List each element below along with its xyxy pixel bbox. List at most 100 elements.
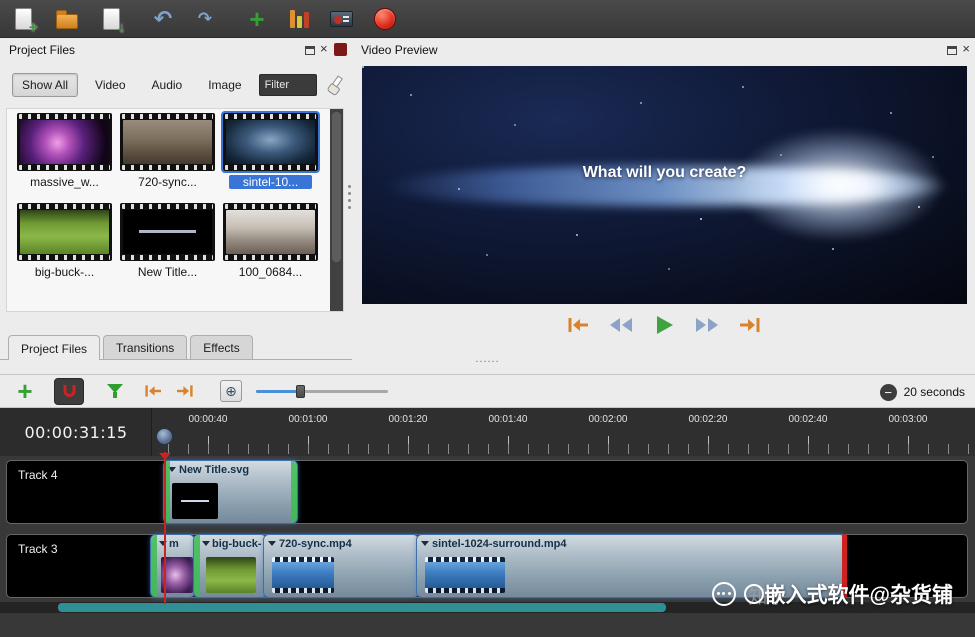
close-panel-icon[interactable]: ×: [962, 42, 970, 55]
undo-icon: ↶: [153, 5, 173, 31]
magnet-icon: [63, 385, 75, 397]
track-name: Track 4: [18, 468, 58, 482]
undo-button[interactable]: ↶: [148, 4, 178, 34]
main-toolbar: + ↓ ↶ ↷ +: [0, 0, 975, 38]
clip-720-sync[interactable]: 720-sync.mp4: [263, 534, 419, 598]
file-item-big-buck[interactable]: big-buck-...: [15, 203, 114, 279]
file-label: 720-sync...: [138, 175, 197, 189]
choose-profile-button[interactable]: [284, 4, 314, 34]
ruler-mark: 00:01:20: [388, 414, 428, 425]
clip-new-title[interactable]: New Title.svg: [163, 460, 298, 524]
float-panel-icon[interactable]: [305, 46, 315, 55]
project-files-panel-title: Project Files: [9, 43, 76, 57]
clip-trim-right-handle[interactable]: [291, 461, 297, 523]
redo-button[interactable]: ↷: [190, 4, 220, 34]
playhead-line: [164, 452, 166, 604]
filter-video-button[interactable]: Video: [86, 74, 134, 96]
video-preview-frame: What will you create?: [362, 66, 967, 304]
play-button[interactable]: [649, 312, 679, 338]
zoom-out-button[interactable]: −: [879, 383, 897, 401]
clip-label: big-buck-: [212, 538, 262, 550]
ruler-mark: 00:00:40: [188, 414, 228, 425]
open-folder-icon: [56, 9, 78, 29]
file-item-sintel[interactable]: sintel-10...: [221, 111, 320, 189]
save-project-button[interactable]: ↓: [96, 4, 126, 36]
import-files-button[interactable]: +: [242, 4, 272, 34]
clip-menu-icon[interactable]: [202, 541, 210, 546]
open-project-button[interactable]: [52, 4, 82, 34]
clip-massive[interactable]: m: [150, 534, 195, 598]
file-item-massive[interactable]: massive_w...: [15, 113, 114, 189]
thumbnail-scrollbar-thumb[interactable]: [332, 112, 341, 262]
previous-marker-button[interactable]: [140, 377, 166, 405]
snapping-toggle-button[interactable]: [54, 377, 84, 405]
file-thumbnail: [120, 203, 215, 261]
project-files-panel: Project Files × Show All Video Audio Ima…: [0, 38, 352, 372]
close-panel-icon[interactable]: ×: [320, 42, 328, 55]
minus-icon: −: [884, 384, 892, 400]
clip-thumbnail: [206, 557, 256, 593]
redo-icon: ↷: [197, 8, 213, 28]
zoom-slider-handle[interactable]: [296, 385, 305, 398]
clip-label: New Title.svg: [179, 464, 250, 476]
jump-to-start-button[interactable]: [563, 312, 593, 338]
rewind-button[interactable]: [606, 312, 636, 338]
fast-forward-button[interactable]: [692, 312, 722, 338]
file-label: New Title...: [137, 265, 198, 279]
export-video-icon: [374, 7, 396, 30]
clip-menu-icon[interactable]: [268, 541, 276, 546]
file-thumbnail: [223, 203, 318, 261]
thumbnail-scrollbar[interactable]: [330, 109, 343, 311]
panel-splitter-handle[interactable]: [347, 185, 352, 209]
fast-forward-icon: [695, 318, 718, 332]
watermark: 知乎 嵌入式软件@杂货铺: [711, 572, 953, 616]
zoom-slider[interactable]: [256, 383, 388, 399]
title-editor-button[interactable]: [326, 4, 356, 34]
file-label: sintel-10...: [229, 175, 312, 189]
current-time: 00:00:31:15: [24, 423, 128, 442]
ruler-mark: 00:03:00: [888, 414, 928, 425]
filter-image-button[interactable]: Image: [199, 74, 250, 96]
clip-trim-left-handle[interactable]: [194, 535, 200, 597]
previous-marker-icon: [145, 385, 161, 397]
add-track-button[interactable]: +: [12, 377, 38, 405]
clip-label: sintel-1024-surround.mp4: [432, 538, 567, 550]
next-marker-button[interactable]: [172, 377, 198, 405]
file-thumbnail: [221, 111, 320, 173]
import-files-icon: +: [249, 3, 265, 34]
clear-filter-brush-icon[interactable]: [325, 75, 345, 95]
file-item-new-title[interactable]: New Title...: [118, 203, 217, 279]
track-4: Track 4: [6, 460, 968, 524]
timeline-splitter-handle[interactable]: ......: [0, 353, 975, 365]
ruler-mark: 00:02:20: [688, 414, 728, 425]
add-track-icon: +: [17, 376, 33, 406]
playhead-handle[interactable]: [156, 428, 173, 445]
clip-label: 720-sync.mp4: [279, 538, 352, 550]
filter-show-all-button[interactable]: Show All: [12, 73, 79, 97]
file-item-720-sync[interactable]: 720-sync...: [118, 113, 217, 189]
add-marker-button[interactable]: [102, 377, 128, 405]
clip-big-buck[interactable]: big-buck-: [193, 534, 267, 598]
title-editor-icon: [329, 10, 353, 27]
file-item-100-0684[interactable]: 100_0684...: [221, 203, 320, 279]
zoom-slider-fill: [256, 390, 300, 393]
center-playhead-button[interactable]: ⊕: [220, 380, 242, 402]
filter-audio-button[interactable]: Audio: [143, 74, 192, 96]
ruler-mark: 00:01:00: [288, 414, 328, 425]
playhead-arrow-icon: [159, 453, 171, 460]
jump-to-end-button[interactable]: [735, 312, 765, 338]
filter-input[interactable]: [258, 74, 317, 96]
track-name: Track 3: [18, 542, 58, 556]
jump-to-end-icon: [739, 318, 759, 332]
float-panel-icon[interactable]: [947, 46, 957, 55]
ruler-mark: 00:02:40: [788, 414, 828, 425]
clip-trim-left-handle[interactable]: [151, 535, 157, 597]
new-project-button[interactable]: +: [8, 4, 38, 36]
zoom-scale-group: − 20 seconds: [879, 375, 965, 409]
timeline-ruler[interactable]: 00:00:40 00:01:00 00:01:20 00:01:40 00:0…: [0, 408, 975, 456]
clip-label: m: [169, 538, 179, 550]
clip-menu-icon[interactable]: [421, 541, 429, 546]
export-video-button[interactable]: [370, 4, 400, 34]
save-project-icon: ↓: [102, 7, 126, 36]
timeline-scrollbar-thumb[interactable]: [58, 603, 666, 612]
